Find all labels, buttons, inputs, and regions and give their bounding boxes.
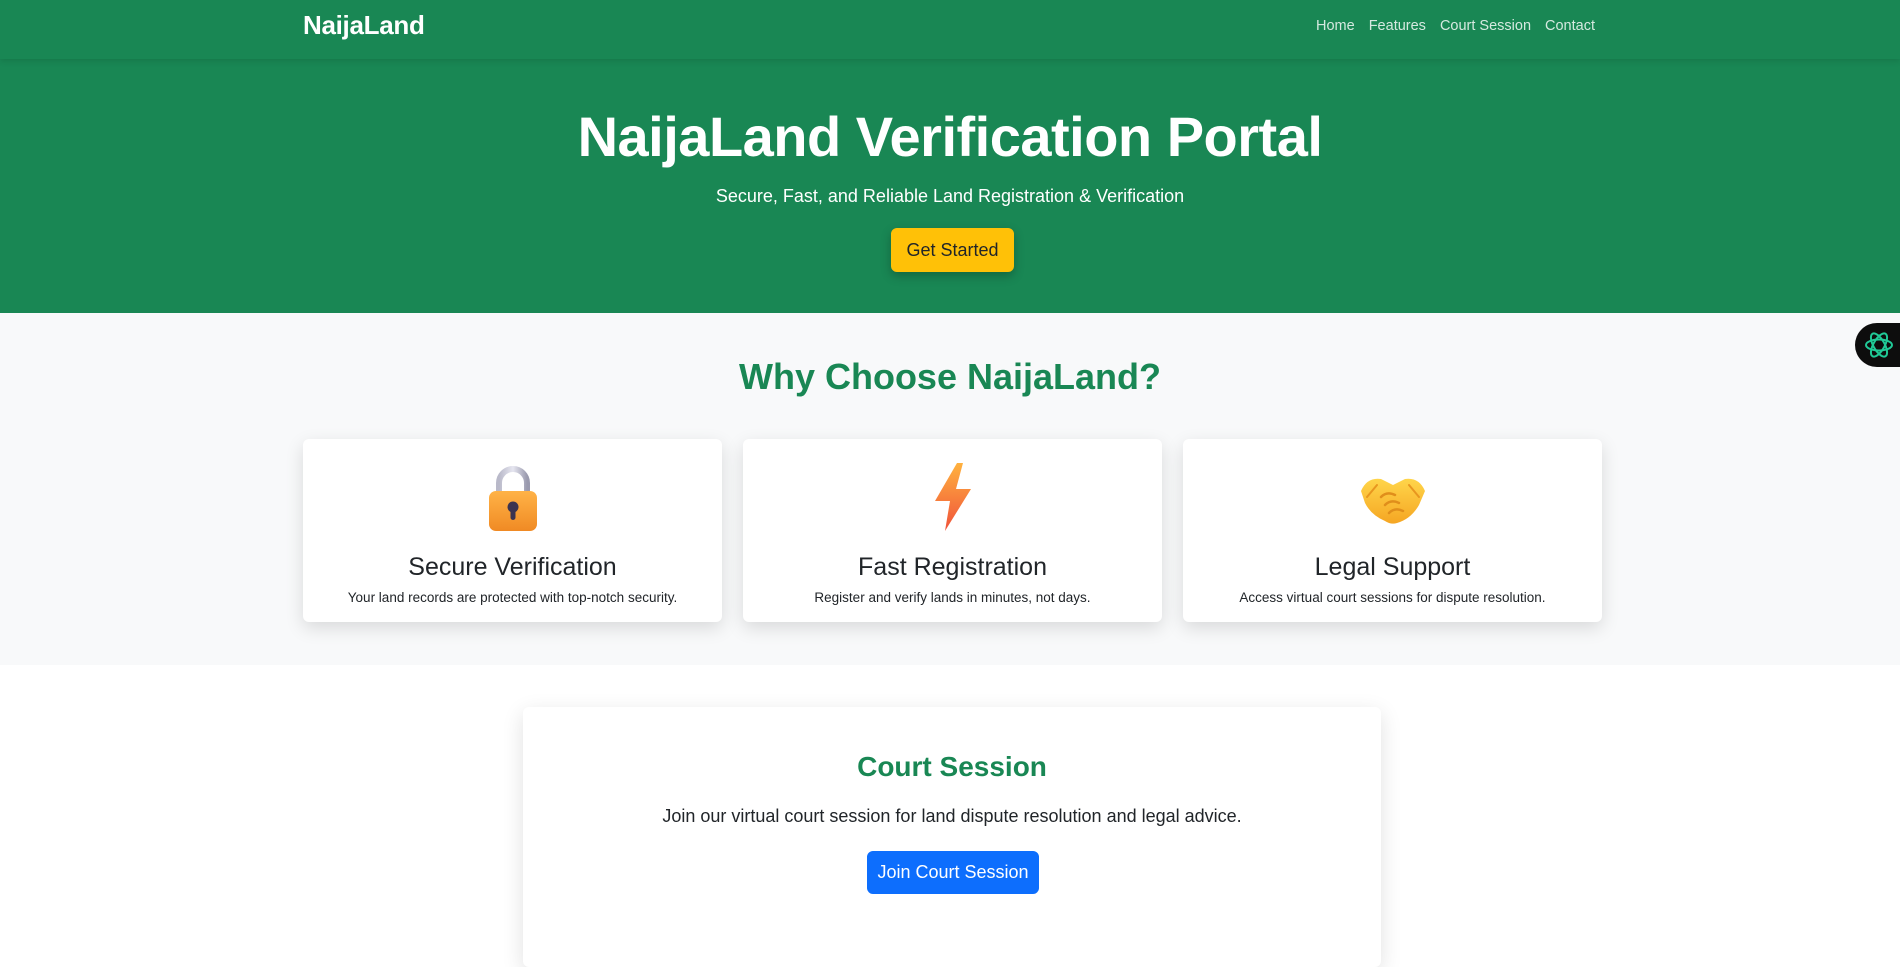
card-title: Secure Verification <box>408 553 617 581</box>
hero-subtitle: Secure, Fast, and Reliable Land Registra… <box>715 186 1185 206</box>
court-session-title: Court Session <box>857 751 1047 782</box>
assistant-widget[interactable] <box>1855 323 1900 367</box>
navbar: NaijaLand Home Features Court Session Co… <box>0 0 1900 59</box>
lock-icon <box>488 466 537 531</box>
card-text: Your land records are protected with top… <box>347 590 678 605</box>
assistant-icon <box>1865 332 1893 358</box>
feature-card-secure: Secure Verification Your land records ar… <box>303 439 722 622</box>
feature-card-fast: Fast Registration Register and verify la… <box>743 439 1162 622</box>
nav-link-features[interactable]: Features <box>1369 18 1426 34</box>
features-section: Why Choose NaijaLand? Secure Verificatio… <box>0 313 1900 665</box>
get-started-button[interactable]: Get Started <box>891 228 1014 272</box>
features-title: Why Choose NaijaLand? <box>738 356 1162 397</box>
nav-links: Home Features Court Session Contact <box>1316 18 1595 34</box>
court-session-card: Court Session Join our virtual court ses… <box>523 707 1381 967</box>
card-text: Register and verify lands in minutes, no… <box>814 590 1091 605</box>
card-title: Legal Support <box>1314 553 1471 581</box>
join-court-session-button[interactable]: Join Court Session <box>867 851 1039 894</box>
feature-card-legal: Legal Support Access virtual court sessi… <box>1183 439 1602 622</box>
handshake-icon <box>1360 478 1425 524</box>
brand-logo[interactable]: NaijaLand <box>303 10 425 41</box>
lightning-icon <box>934 463 971 531</box>
nav-link-contact[interactable]: Contact <box>1545 18 1595 34</box>
card-title: Fast Registration <box>858 553 1047 581</box>
nav-link-home[interactable]: Home <box>1316 18 1355 34</box>
hero-title: NaijaLand Verification Portal <box>577 105 1323 168</box>
hero-section: NaijaLand Verification Portal Secure, Fa… <box>0 59 1900 313</box>
court-session-text: Join our virtual court session for land … <box>662 806 1242 826</box>
nav-link-court-session[interactable]: Court Session <box>1440 18 1531 34</box>
card-text: Access virtual court sessions for disput… <box>1239 590 1546 605</box>
